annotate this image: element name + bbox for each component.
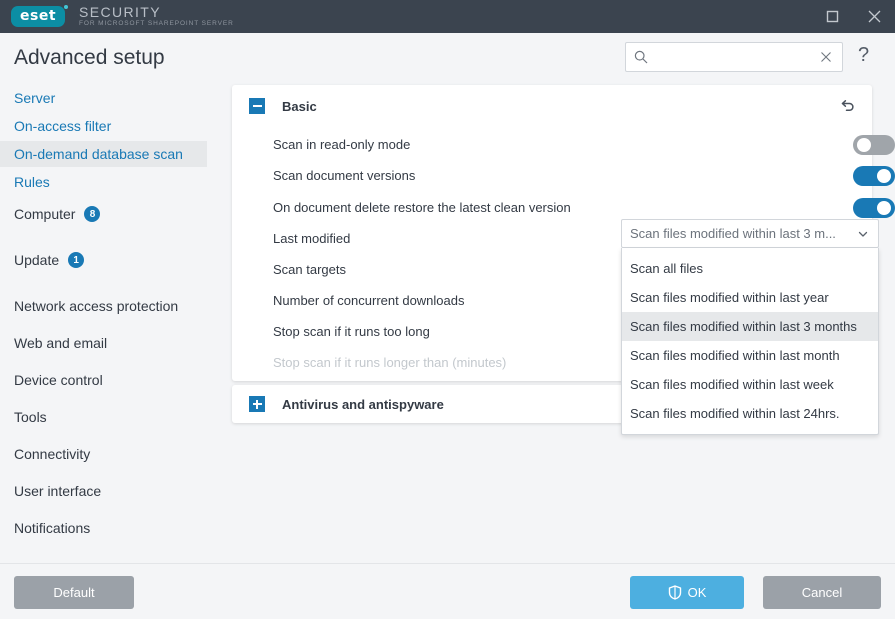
ok-button[interactable]: OK [630, 576, 744, 609]
sidebar-item-badge: 1 [68, 252, 84, 268]
search-input[interactable] [654, 50, 819, 64]
last-modified-select-value: Scan files modified within last 3 m... [630, 226, 836, 241]
sidebar-item-notifications[interactable]: Notifications [0, 515, 207, 541]
sidebar-item-web-and-email[interactable]: Web and email [0, 330, 207, 356]
toggle-switch[interactable] [853, 198, 895, 218]
sidebar-item-label: Device control [14, 372, 103, 388]
sidebar-item-label: User interface [14, 483, 101, 499]
sidebar-item-label: On-access filter [14, 118, 111, 134]
sidebar-item-computer[interactable]: Computer 8 [0, 201, 207, 227]
help-icon[interactable]: ? [858, 45, 869, 65]
sidebar-item-server[interactable]: Server [0, 85, 207, 111]
sidebar-item-device-control[interactable]: Device control [0, 367, 207, 393]
setting-row: Scan document versions [232, 160, 872, 191]
antivirus-section-title: Antivirus and antispyware [282, 397, 444, 412]
product-name-secondary: FOR MICROSOFT SHAREPOINT SERVER [79, 21, 234, 28]
last-modified-select[interactable]: Scan files modified within last 3 m... [621, 219, 879, 248]
eset-logo: eset [11, 6, 65, 27]
brand-area: eset SECURITY FOR MICROSOFT SHAREPOINT S… [0, 5, 234, 28]
toggle-switch[interactable] [853, 135, 895, 155]
basic-section-title: Basic [282, 99, 317, 114]
advanced-setup-window: eset SECURITY FOR MICROSOFT SHAREPOINT S… [0, 0, 895, 619]
title-bar: eset SECURITY FOR MICROSOFT SHAREPOINT S… [0, 0, 895, 33]
header-bar: Advanced setup ? [0, 33, 895, 85]
setting-label: Number of concurrent downloads [273, 293, 465, 308]
chevron-down-icon [857, 228, 869, 240]
shield-icon [668, 585, 682, 600]
sidebar-item-label: Web and email [14, 335, 107, 351]
sidebar-item-label: On-demand database scan [14, 146, 183, 162]
sidebar-item-rules[interactable]: Rules [0, 169, 207, 195]
setting-row: Scan in read-only mode [232, 129, 872, 160]
product-name: SECURITY FOR MICROSOFT SHAREPOINT SERVER [79, 5, 234, 28]
eset-logo-text: eset [20, 9, 56, 23]
sidebar-item-label: Rules [14, 174, 50, 190]
search-box[interactable] [625, 42, 843, 72]
ok-button-label: OK [688, 585, 707, 600]
sidebar: Server On-access filter On-demand database… [0, 85, 232, 563]
undo-icon[interactable] [839, 98, 856, 115]
window-controls [811, 0, 895, 33]
dropdown-option[interactable]: Scan files modified within last 3 months [622, 312, 878, 341]
setting-label: On document delete restore the latest cl… [273, 200, 571, 215]
sidebar-item-on-demand-database-scan[interactable]: On-demand database scan [0, 141, 207, 167]
dropdown-option[interactable]: Scan files modified within last week [622, 370, 878, 399]
basic-section-header: Basic [232, 98, 317, 114]
setting-label: Scan document versions [273, 168, 415, 183]
last-modified-dropdown[interactable]: Scan all filesScan files modified within… [621, 248, 879, 435]
dropdown-option[interactable]: Scan files modified within last month [622, 341, 878, 370]
setting-label: Scan in read-only mode [273, 137, 410, 152]
setting-label: Scan targets [273, 262, 346, 277]
toggle-knob [877, 201, 891, 215]
search-icon [634, 50, 648, 64]
close-icon[interactable] [853, 0, 895, 33]
sidebar-item-connectivity[interactable]: Connectivity [0, 441, 207, 467]
sidebar-item-label: Server [14, 90, 55, 106]
default-button[interactable]: Default [14, 576, 134, 609]
maximize-icon[interactable] [811, 0, 853, 33]
footer-bar: Default OK Cancel [0, 563, 895, 619]
product-name-primary: SECURITY [79, 5, 234, 20]
minus-icon[interactable] [249, 98, 265, 114]
setting-label: Last modified [273, 231, 350, 246]
sidebar-item-label: Update [14, 252, 59, 268]
sidebar-item-on-access-filter[interactable]: On-access filter [0, 113, 207, 139]
toggle-switch[interactable] [853, 166, 895, 186]
sidebar-item-label: Notifications [14, 520, 90, 536]
page-title: Advanced setup [14, 46, 165, 70]
sidebar-item-badge: 8 [84, 206, 100, 222]
sidebar-item-network-access-protection[interactable]: Network access protection [0, 293, 207, 319]
dropdown-option[interactable]: Scan all files [622, 254, 878, 283]
sidebar-item-label: Tools [14, 409, 47, 425]
dropdown-option[interactable]: Scan files modified within last 24hrs. [622, 399, 878, 428]
toggle-knob [877, 169, 891, 183]
setting-label: Stop scan if it runs too long [273, 324, 430, 339]
cancel-button[interactable]: Cancel [763, 576, 881, 609]
dropdown-option[interactable]: Scan files modified within last year [622, 283, 878, 312]
clear-icon[interactable] [819, 50, 833, 64]
sidebar-item-label: Computer [14, 206, 75, 222]
setting-label: Stop scan if it runs longer than (minute… [273, 355, 506, 370]
sidebar-item-label: Network access protection [14, 298, 178, 314]
sidebar-item-update[interactable]: Update 1 [0, 247, 207, 273]
sidebar-item-label: Connectivity [14, 446, 90, 462]
sidebar-item-user-interface[interactable]: User interface [0, 478, 207, 504]
toggle-knob [857, 138, 871, 152]
plus-icon[interactable] [249, 396, 265, 412]
sidebar-item-tools[interactable]: Tools [0, 404, 207, 430]
